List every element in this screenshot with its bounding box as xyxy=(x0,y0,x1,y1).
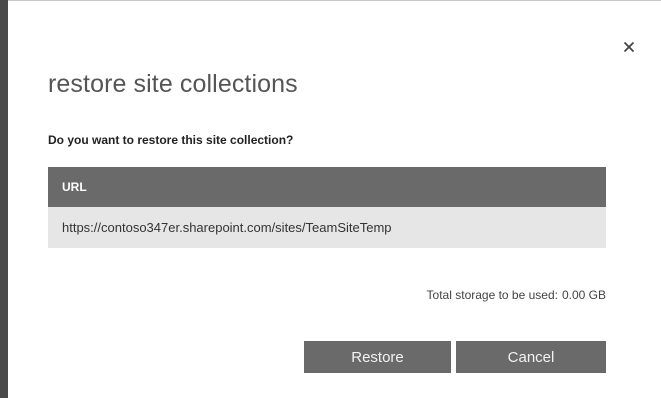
dialog-top-edge xyxy=(8,0,661,1)
storage-summary: Total storage to be used: 0.00 GB xyxy=(427,288,606,302)
close-icon xyxy=(623,41,635,53)
url-column-header: URL xyxy=(48,167,606,207)
dialog-title: restore site collections xyxy=(48,70,298,98)
storage-label: Total storage to be used: xyxy=(426,288,558,302)
dialog-left-edge xyxy=(0,0,8,398)
table-row: https://contoso347er.sharepoint.com/site… xyxy=(48,207,606,248)
restore-button[interactable]: Restore xyxy=(304,341,451,373)
cancel-button[interactable]: Cancel xyxy=(456,341,606,373)
confirmation-question: Do you want to restore this site collect… xyxy=(48,133,294,147)
close-button[interactable] xyxy=(618,36,640,58)
storage-value: 0.00 GB xyxy=(561,288,606,302)
url-table: URL https://contoso347er.sharepoint.com/… xyxy=(48,167,606,248)
